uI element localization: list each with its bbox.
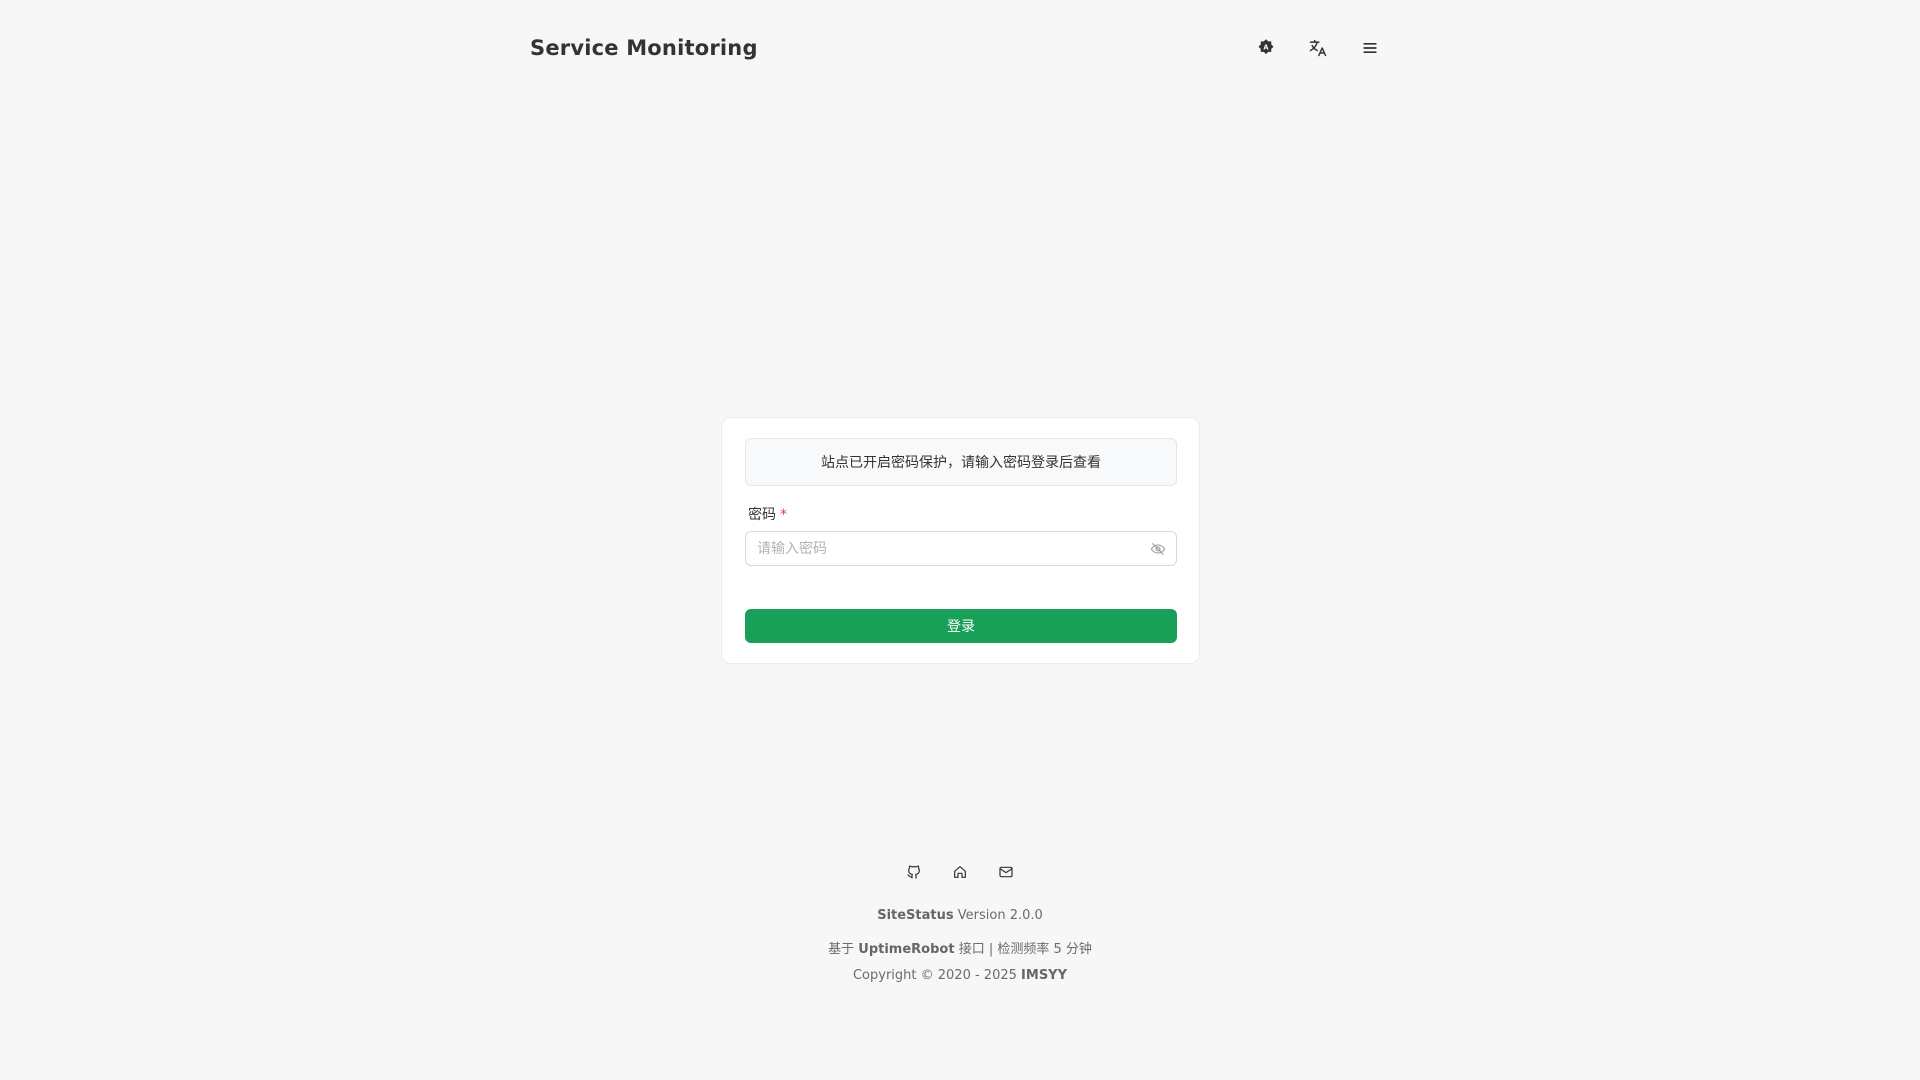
site-title: Service Monitoring [530,36,758,60]
copyright-text: Copyright © 2020 - 2025 [852,968,1017,983]
copyright-line: Copyright © 2020 - 2025 IMSYY [0,968,1920,983]
theme-toggle-button[interactable]: A [1250,34,1282,66]
theme-icon: A [1256,38,1276,62]
eye-off-icon[interactable] [1150,541,1166,557]
login-card: 站点已开启密码保护，请输入密码登录后查看 密码 * 登录 [721,417,1200,664]
password-input[interactable] [746,532,1136,565]
login-button[interactable]: 登录 [745,609,1177,643]
password-field [745,531,1177,566]
github-icon[interactable] [906,864,922,880]
powered-suffix: 接口 | 检测频率 5 分钟 [958,942,1092,957]
password-label-text: 密码 [748,507,776,523]
home-icon[interactable] [952,864,968,880]
password-protection-notice: 站点已开启密码保护，请输入密码登录后查看 [745,438,1177,486]
owner-link[interactable]: IMSYY [1021,968,1067,983]
mail-icon[interactable] [998,864,1014,880]
required-mark: * [780,507,787,523]
header: Service Monitoring A [0,0,1920,100]
powered-prefix: 基于 [828,942,855,957]
password-label: 密码 * [748,504,787,524]
menu-icon [1360,38,1380,62]
language-switch-button[interactable] [1302,34,1334,66]
provider-link[interactable]: UptimeRobot [858,942,954,957]
menu-button[interactable] [1354,34,1386,66]
version-text: Version 2.0.0 [957,908,1043,923]
version-line: SiteStatus Version 2.0.0 [0,908,1920,923]
footer-links [0,864,1920,880]
powered-by-line: 基于 UptimeRobot 接口 | 检测频率 5 分钟 [0,938,1920,957]
translate-icon [1308,38,1328,62]
svg-text:A: A [1263,44,1269,52]
product-name: SiteStatus [877,908,954,923]
